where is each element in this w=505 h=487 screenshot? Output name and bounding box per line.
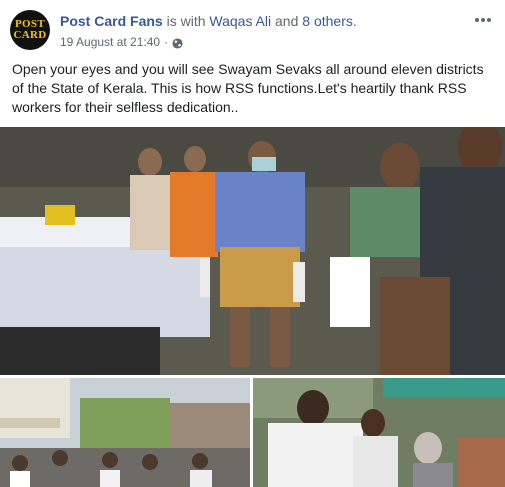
page-avatar[interactable]: POST CARD [10, 10, 50, 50]
post-meta: 19 August at 21:40 · [60, 34, 183, 50]
post-header: Post Card Fans is with Waqas Ali and 8 o… [60, 12, 357, 30]
post-card: POST CARD Post Card Fans is with Waqas A… [0, 0, 505, 487]
main-photo[interactable] [0, 127, 505, 375]
timestamp-link[interactable]: 19 August at 21:40 [60, 34, 160, 50]
avatar-text-card: CARD [13, 29, 47, 41]
with-text: is with [162, 13, 210, 29]
post-text: Open your eyes and you will see Swayam S… [12, 61, 484, 115]
tagged-person-link[interactable]: Waqas Ali [209, 13, 271, 29]
others-link[interactable]: 8 others [302, 13, 353, 29]
bottom-right-photo[interactable] [253, 378, 505, 487]
ellipsis-icon[interactable] [473, 12, 493, 28]
page-name-link[interactable]: Post Card Fans [60, 13, 163, 29]
period-text: . [352, 13, 357, 29]
bottom-left-photo[interactable] [0, 378, 250, 487]
meta-separator: · [164, 35, 169, 49]
globe-icon[interactable] [172, 37, 183, 49]
and-text: and [271, 13, 303, 29]
